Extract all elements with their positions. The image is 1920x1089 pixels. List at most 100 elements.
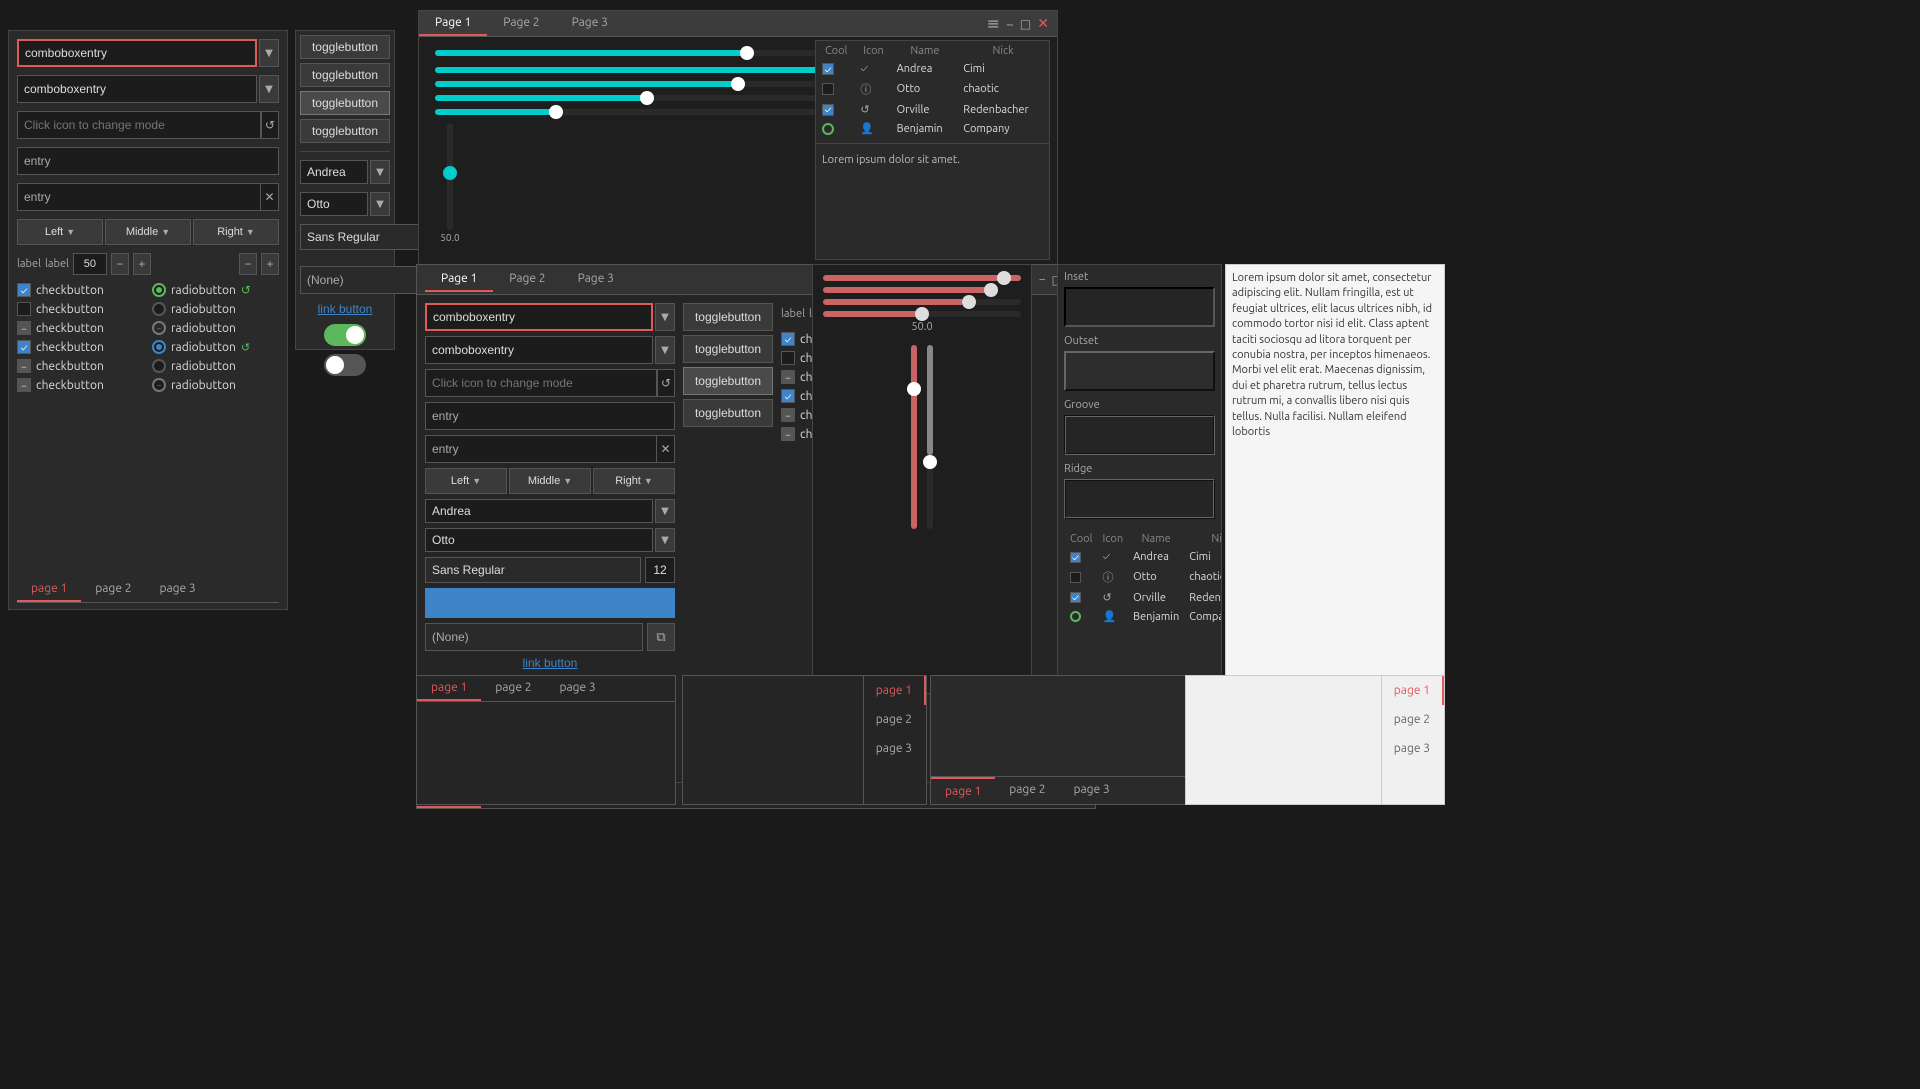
- ov-cb-3[interactable]: [781, 370, 795, 384]
- vslider-1-thumb[interactable]: [907, 382, 921, 396]
- btabs3-1[interactable]: page 1: [931, 777, 995, 804]
- overlay-toggle-2[interactable]: togglebutton: [683, 335, 773, 363]
- maximize-icon[interactable]: □: [1020, 17, 1031, 31]
- combobox-entry-2[interactable]: comboboxentry: [17, 75, 257, 103]
- link-button[interactable]: link button: [318, 302, 373, 316]
- toggle-btn-3[interactable]: togglebutton: [300, 91, 390, 115]
- page-tab-1[interactable]: page 1: [17, 577, 81, 602]
- spin-plus[interactable]: +: [133, 253, 151, 275]
- ov-cb-4[interactable]: [781, 389, 795, 403]
- entry-icon-field[interactable]: [17, 111, 261, 139]
- combo-andrea-input[interactable]: [300, 160, 368, 184]
- entry-field-2[interactable]: [17, 183, 261, 211]
- combo-andrea-arrow[interactable]: ▼: [370, 160, 390, 184]
- overlay-seg-left[interactable]: Left ▼: [425, 468, 507, 494]
- btabs2-3[interactable]: page 3: [864, 734, 926, 763]
- overlay-toggle-4[interactable]: togglebutton: [683, 399, 773, 427]
- slider-thumb-4[interactable]: [640, 91, 654, 105]
- overlay-seg-mid[interactable]: Middle ▼: [509, 468, 591, 494]
- top-tab-1[interactable]: Page 1: [419, 11, 487, 36]
- overlay-link-btn[interactable]: link button: [523, 656, 578, 670]
- top-tab-3[interactable]: Page 3: [556, 11, 624, 36]
- overlay-otto-arrow[interactable]: ▼: [655, 528, 675, 552]
- entry-field-1[interactable]: [17, 147, 279, 175]
- radio-3[interactable]: −: [152, 321, 166, 335]
- btabs2-2[interactable]: page 2: [864, 705, 926, 734]
- btabs1-2[interactable]: page 2: [481, 676, 545, 701]
- overlay-tab-1[interactable]: Page 1: [425, 267, 493, 292]
- btabs4-3[interactable]: page 3: [1382, 734, 1444, 763]
- btabs3-3[interactable]: page 3: [1059, 777, 1123, 804]
- checkbox-2[interactable]: [17, 302, 31, 316]
- page-tab-2[interactable]: page 2: [81, 577, 145, 602]
- overlay-entry-2[interactable]: [425, 435, 657, 463]
- pslider-thumb-4[interactable]: [915, 307, 929, 321]
- overlay-andrea-arrow[interactable]: ▼: [655, 499, 675, 523]
- overlay-tab-3[interactable]: Page 3: [562, 267, 630, 292]
- ov-cb-1[interactable]: [781, 332, 795, 346]
- overlay-clear-icon[interactable]: ✕: [657, 435, 675, 463]
- overlay-combo-1-arrow[interactable]: ▼: [655, 303, 675, 331]
- btabs1-3[interactable]: page 3: [545, 676, 609, 701]
- overlay-minimize-icon[interactable]: −: [1039, 273, 1046, 286]
- close-icon[interactable]: ✕: [1037, 15, 1049, 32]
- radio-4[interactable]: [152, 340, 166, 354]
- overlay-copy-btn[interactable]: ⧉: [647, 623, 675, 651]
- top-tab-2[interactable]: Page 2: [487, 11, 555, 36]
- toggle-switch-off[interactable]: [324, 354, 366, 376]
- overlay-font-name[interactable]: [425, 557, 641, 583]
- combo-arrow-1[interactable]: ▼: [259, 39, 279, 67]
- overlay-entry-1[interactable]: [425, 402, 675, 430]
- menu-icon[interactable]: ≡: [987, 14, 1000, 33]
- ov-cb-2[interactable]: [781, 351, 795, 365]
- minimize-icon[interactable]: −: [1006, 16, 1014, 32]
- btabs4-1[interactable]: page 1: [1382, 676, 1444, 705]
- toggle-btn-1[interactable]: togglebutton: [300, 35, 390, 59]
- seg-mid-btn[interactable]: Middle ▼: [105, 219, 191, 245]
- overlay-seg-right[interactable]: Right ▼: [593, 468, 675, 494]
- pslider-thumb-2[interactable]: [984, 283, 998, 297]
- overlay-tab-2[interactable]: Page 2: [493, 267, 561, 292]
- ov-cb-6[interactable]: [781, 427, 795, 441]
- overlay-combo-2[interactable]: [425, 336, 653, 364]
- slider-thumb-1[interactable]: [740, 46, 754, 60]
- toggle-switch-on[interactable]: [324, 324, 366, 346]
- overlay-refresh-icon[interactable]: ↺: [657, 369, 675, 397]
- overlay-combo-2-arrow[interactable]: ▼: [655, 336, 675, 364]
- radio-5[interactable]: [152, 359, 166, 373]
- overlay-none-field[interactable]: [425, 623, 643, 651]
- spin-value[interactable]: [73, 253, 107, 275]
- combo-otto-input[interactable]: [300, 192, 368, 216]
- radio-1[interactable]: [152, 283, 166, 297]
- spin-minus-2[interactable]: −: [239, 253, 257, 275]
- overlay-color-btn[interactable]: [425, 588, 675, 618]
- seg-left-btn[interactable]: Left ▼: [17, 219, 103, 245]
- spin-minus[interactable]: −: [111, 253, 129, 275]
- overlay-entry-icon[interactable]: [425, 369, 657, 397]
- refresh-icon-1[interactable]: ↺: [241, 283, 251, 297]
- refresh-icon[interactable]: ↺: [261, 111, 279, 139]
- vslider-thumb[interactable]: [443, 166, 457, 180]
- overlay-combo-1[interactable]: [425, 303, 653, 331]
- btabs1-1[interactable]: page 1: [417, 676, 481, 701]
- radio-2[interactable]: [152, 302, 166, 316]
- btabs2-1[interactable]: page 1: [864, 676, 926, 705]
- checkbox-4[interactable]: [17, 340, 31, 354]
- overlay-toggle-3[interactable]: togglebutton: [683, 367, 773, 395]
- overlay-andrea-combo[interactable]: [425, 499, 653, 523]
- overlay-font-size[interactable]: [645, 557, 675, 583]
- pslider-thumb-1[interactable]: [997, 271, 1011, 285]
- combo-otto-arrow[interactable]: ▼: [370, 192, 390, 216]
- checkbox-5[interactable]: [17, 359, 31, 373]
- slider-thumb-5[interactable]: [549, 105, 563, 119]
- btabs4-2[interactable]: page 2: [1382, 705, 1444, 734]
- radio-6[interactable]: −: [152, 378, 166, 392]
- seg-right-btn[interactable]: Right ▼: [193, 219, 279, 245]
- slider-thumb-3[interactable]: [731, 77, 745, 91]
- toggle-btn-2[interactable]: togglebutton: [300, 63, 390, 87]
- combo-arrow-2[interactable]: ▼: [259, 75, 279, 103]
- overlay-toggle-1[interactable]: togglebutton: [683, 303, 773, 331]
- clear-icon[interactable]: ✕: [261, 183, 279, 211]
- page-tab-3[interactable]: page 3: [145, 577, 209, 602]
- spin-plus-2[interactable]: +: [261, 253, 279, 275]
